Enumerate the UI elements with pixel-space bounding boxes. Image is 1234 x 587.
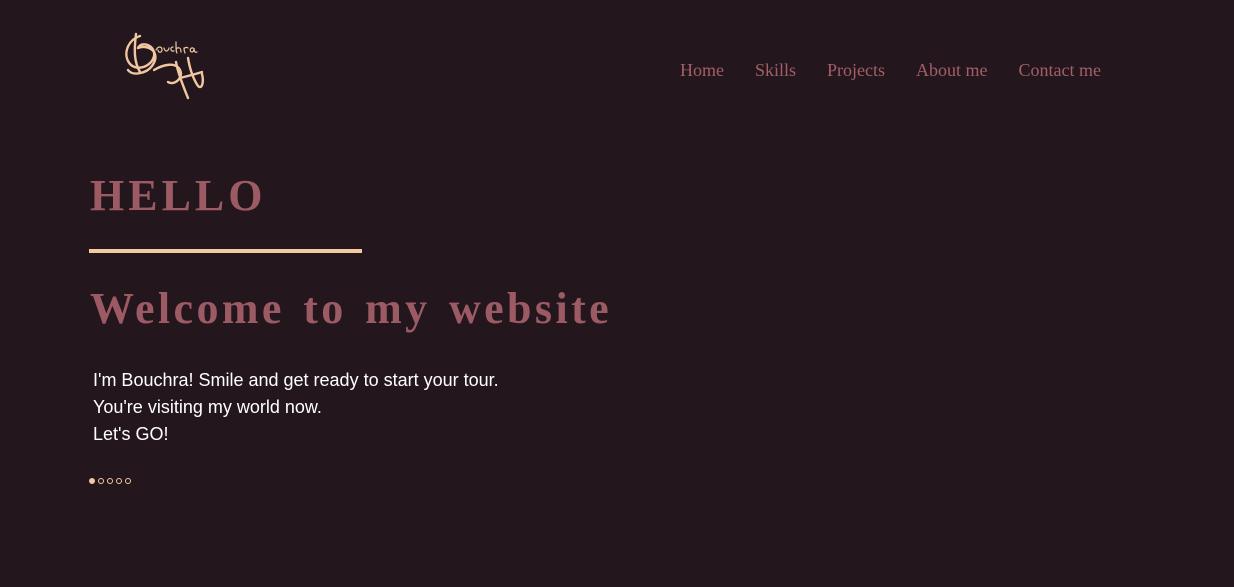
intro-line: You're visiting my world now. — [93, 397, 322, 417]
slider-dot-1[interactable] — [89, 478, 95, 484]
hero-divider — [89, 249, 362, 253]
intro-line: I'm Bouchra! Smile and get ready to star… — [93, 370, 499, 390]
slider-dot-2[interactable] — [98, 478, 104, 484]
nav-link-about-me[interactable]: About me — [916, 59, 988, 81]
slider-dot-3[interactable] — [107, 478, 113, 484]
main-nav: Home Skills Projects About me Contact me — [680, 59, 1101, 81]
hero-intro: I'm Bouchra! Smile and get ready to star… — [93, 367, 499, 448]
nav-link-home[interactable]: Home — [680, 59, 724, 81]
hero-headline: Welcome to my website — [90, 284, 613, 333]
intro-line: Let's GO! — [93, 424, 169, 444]
slider-dot-5[interactable] — [125, 478, 131, 484]
nav-link-contact-me[interactable]: Contact me — [1019, 59, 1101, 81]
slider-pagination — [89, 478, 131, 484]
nav-link-skills[interactable]: Skills — [755, 59, 796, 81]
hero-greeting: HELLO — [90, 171, 267, 220]
logo-signature-icon — [125, 32, 204, 100]
slider-dot-4[interactable] — [116, 478, 122, 484]
site-logo[interactable] — [118, 26, 210, 106]
nav-link-projects[interactable]: Projects — [827, 59, 885, 81]
